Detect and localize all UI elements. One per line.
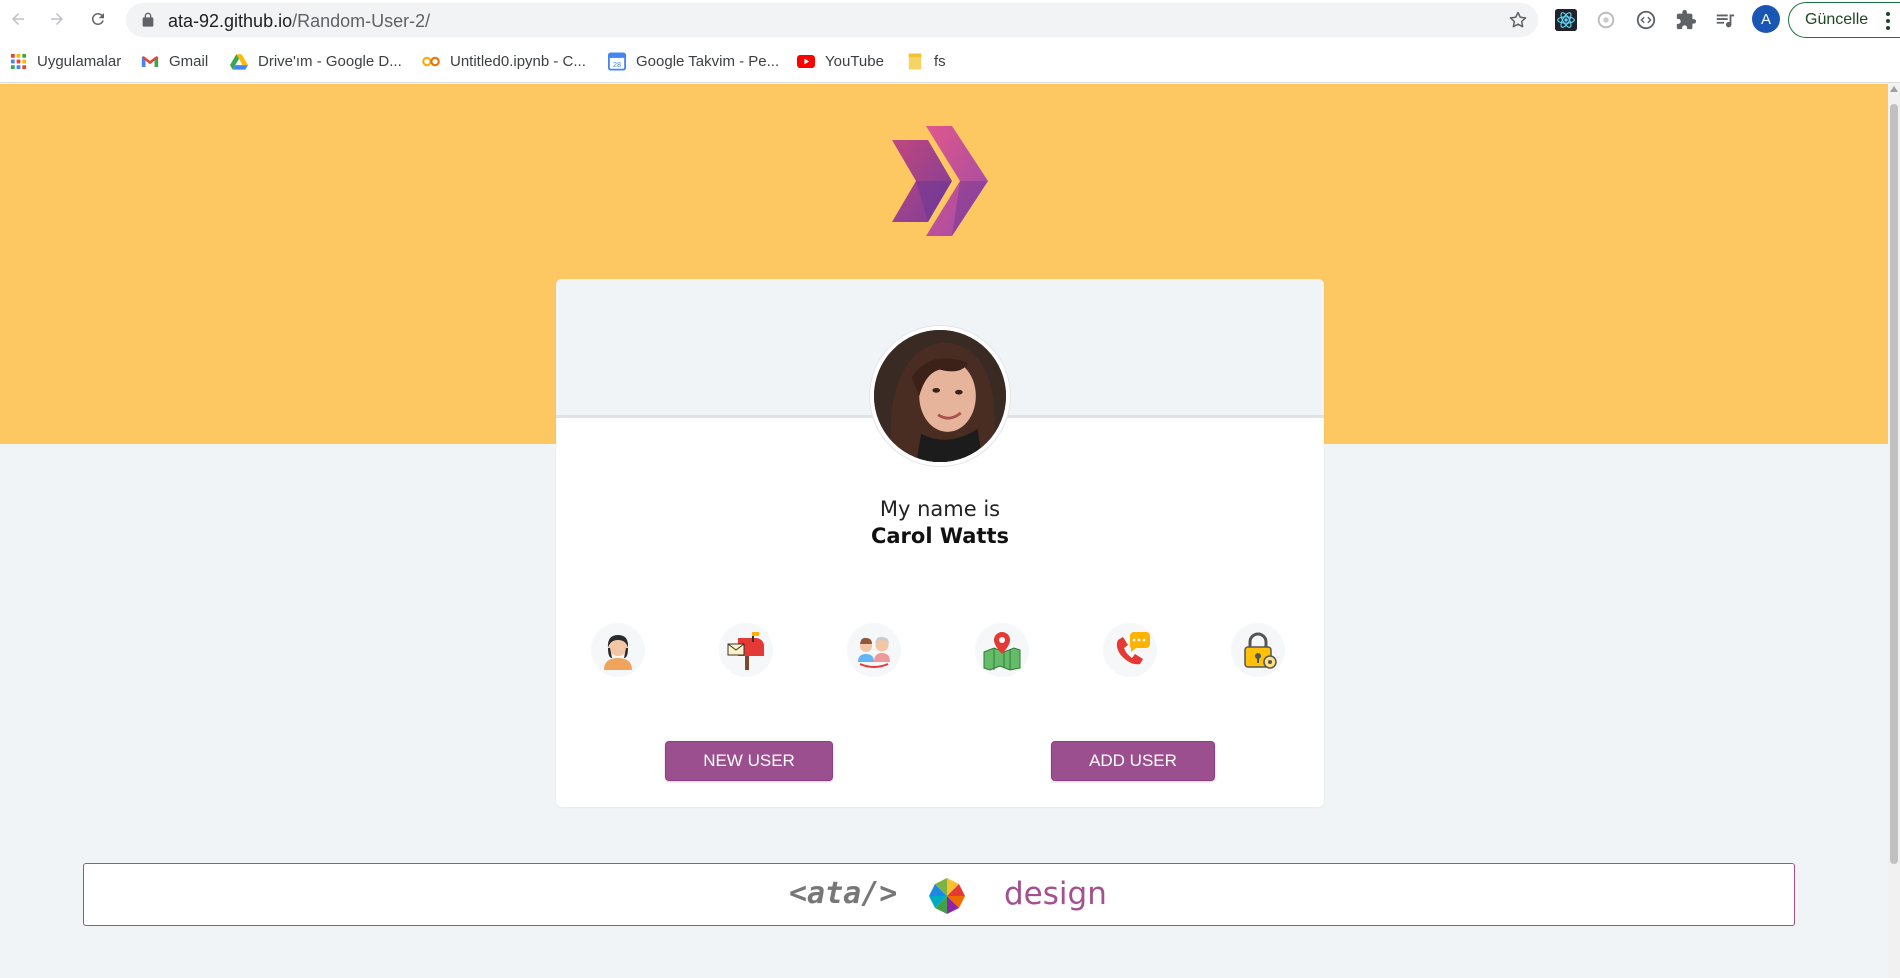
bookmarks-bar: Uygulamalar Gmail Drive'ım - Google D...…: [0, 39, 1900, 83]
forward-button[interactable]: [44, 6, 70, 32]
url-text: ata-92.github.io/Random-User-2/: [168, 11, 430, 32]
user-avatar: [870, 326, 1010, 466]
name-label: My name is: [879, 497, 1001, 521]
extension-timer-icon[interactable]: [1594, 8, 1618, 32]
media-queue-icon[interactable]: [1713, 8, 1737, 32]
bookmark-fs[interactable]: fs: [906, 50, 946, 72]
bookmark-apps[interactable]: Uygulamalar: [9, 50, 121, 72]
bookmark-gmail[interactable]: Gmail: [141, 50, 208, 72]
reload-icon: [91, 12, 104, 25]
lock-icon[interactable]: [1231, 623, 1285, 677]
youtube-icon: [797, 52, 815, 70]
gmail-icon: [141, 52, 159, 70]
more-menu-icon: [1886, 12, 1890, 30]
extension-code-icon[interactable]: [1634, 8, 1658, 32]
add-user-button[interactable]: ADD USER: [1051, 741, 1215, 781]
age-icon[interactable]: [847, 623, 901, 677]
footer-brand: <ata/>: [789, 876, 898, 911]
folder-icon: [906, 52, 924, 70]
url-path: /Random-User-2/: [292, 11, 431, 31]
footer-design: design: [1004, 876, 1107, 912]
address-bar[interactable]: ata-92.github.io/Random-User-2/: [126, 3, 1538, 37]
arrow-right-icon: [51, 13, 63, 25]
calendar-icon: 28: [608, 52, 626, 70]
bookmark-colab[interactable]: Untitled0.ipynb - C...: [422, 50, 586, 72]
mailbox-icon[interactable]: [719, 623, 773, 677]
page-scrollbar[interactable]: [1888, 84, 1900, 978]
browser-toolbar: ata-92.github.io/Random-User-2/ A Güncel…: [0, 0, 1900, 39]
profile-avatar[interactable]: A: [1752, 5, 1780, 33]
bookmark-label: Untitled0.ipynb - C...: [450, 52, 586, 70]
user-card: My name is Carol Watts NEW USER ADD USER: [556, 279, 1324, 807]
bookmark-label: Google Takvim - Pe...: [636, 52, 780, 70]
extensions-puzzle-icon[interactable]: [1674, 8, 1698, 32]
user-name: Carol Watts: [870, 524, 1010, 548]
bookmark-drive[interactable]: Drive'ım - Google D...: [230, 50, 402, 72]
arrow-left-icon: [12, 13, 24, 25]
bookmark-star-icon[interactable]: [1508, 10, 1528, 30]
info-icon-row: [556, 623, 1324, 679]
colab-icon: [422, 52, 440, 70]
bookmark-youtube[interactable]: YouTube: [797, 50, 884, 72]
bookmark-label: Gmail: [169, 52, 209, 70]
reload-button[interactable]: [85, 6, 111, 32]
react-devtools-icon[interactable]: [1554, 8, 1578, 32]
lock-icon: [142, 12, 154, 27]
url-host: ata-92.github.io: [168, 11, 293, 31]
update-button[interactable]: Güncelle: [1788, 2, 1900, 38]
bookmark-calendar[interactable]: 28 Google Takvim - Pe...: [608, 50, 779, 72]
bookmark-label: fs: [934, 52, 946, 70]
back-button[interactable]: [5, 6, 31, 32]
user-icon[interactable]: [591, 623, 645, 677]
footer-banner: <ata/> design: [83, 863, 1795, 926]
page-viewport: My name is Carol Watts NEW USER ADD USER…: [0, 84, 1888, 978]
svg-text:28: 28: [613, 59, 621, 68]
bookmark-label: Uygulamalar: [37, 52, 122, 70]
bookmark-label: Drive'ım - Google D...: [258, 52, 402, 70]
pinwheel-logo-icon: [929, 878, 965, 914]
chevron-logo-icon: [892, 126, 988, 236]
bookmark-label: YouTube: [825, 52, 884, 70]
apps-grid-icon: [9, 52, 27, 70]
google-drive-icon: [230, 52, 248, 70]
map-icon[interactable]: [975, 623, 1029, 677]
scroll-up-icon[interactable]: [1890, 86, 1898, 92]
new-user-button[interactable]: NEW USER: [665, 741, 833, 781]
update-label: Güncelle: [1805, 11, 1869, 28]
phone-icon[interactable]: [1103, 623, 1157, 677]
scroll-thumb[interactable]: [1890, 104, 1898, 864]
